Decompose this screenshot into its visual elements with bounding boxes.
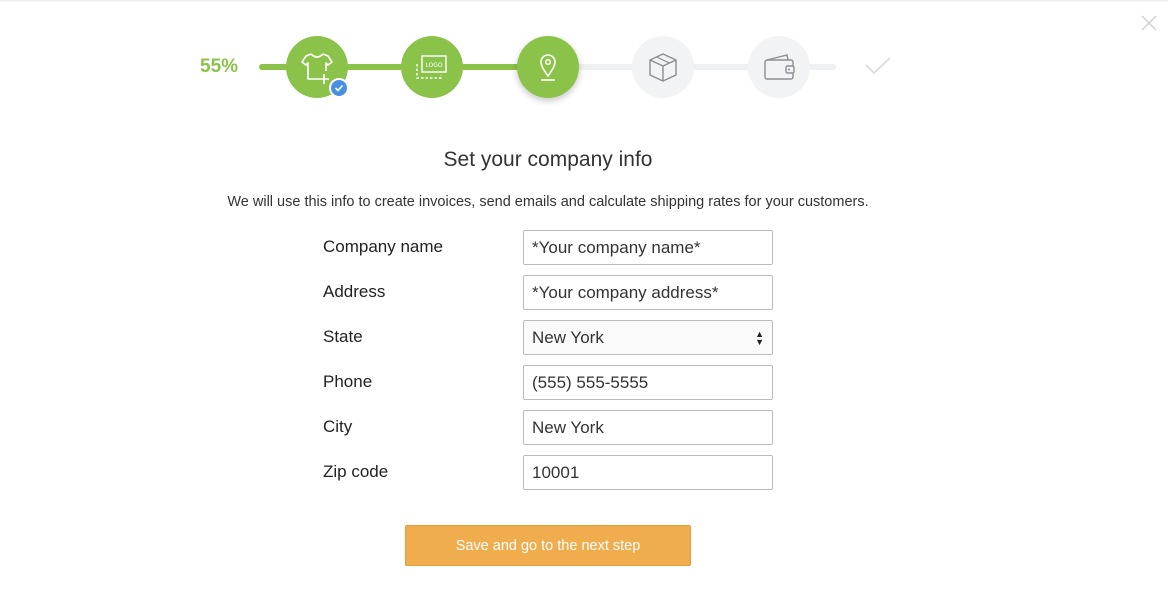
logo-icon: LOGO (412, 47, 452, 87)
zip-input[interactable] (523, 455, 773, 490)
company-info-dialog: 55% LOGO Set your company info We will u… (0, 0, 1168, 611)
save-next-button[interactable]: Save and go to the next step (405, 525, 691, 566)
zip-label: Zip code (323, 462, 389, 481)
city-input[interactable] (523, 410, 773, 445)
check-icon (864, 56, 892, 81)
save-next-button-label: Save and go to the next step (455, 537, 641, 554)
top-divider (0, 0, 1168, 2)
zip-row: Zip code (323, 455, 773, 490)
phone-label: Phone (323, 372, 373, 391)
phone-input[interactable] (523, 365, 773, 400)
step-company-info[interactable] (517, 36, 579, 98)
company-name-label: Company name (323, 237, 444, 256)
state-select-value: New York (532, 328, 604, 347)
logo-icon-text: LOGO (425, 62, 443, 69)
step-complete-badge-icon (329, 78, 349, 98)
step-logo[interactable]: LOGO (401, 36, 463, 98)
address-input[interactable] (523, 275, 773, 310)
city-label: City (323, 417, 353, 436)
page-title: Set your company info (443, 148, 653, 171)
page-subtitle: We will use this info to create invoices… (227, 194, 869, 210)
address-row: Address (323, 275, 773, 310)
progress-percent: 55% (200, 56, 239, 77)
company-name-input[interactable] (523, 230, 773, 265)
company-name-row: Company name (323, 230, 773, 265)
close-icon[interactable] (1140, 14, 1158, 32)
phone-row: Phone (323, 365, 773, 400)
address-label: Address (323, 282, 386, 301)
state-label: State (323, 327, 363, 346)
city-row: City (323, 410, 773, 445)
wallet-icon (759, 47, 799, 87)
select-arrows-icon: ▲ ▼ (755, 328, 764, 347)
box-icon (643, 47, 683, 87)
step-billing[interactable] (748, 36, 810, 98)
location-pin-icon (528, 47, 568, 87)
step-shipping[interactable] (632, 36, 694, 98)
state-select[interactable]: New York ▲ ▼ (523, 320, 773, 355)
state-row: State New York ▲ ▼ (323, 320, 773, 355)
